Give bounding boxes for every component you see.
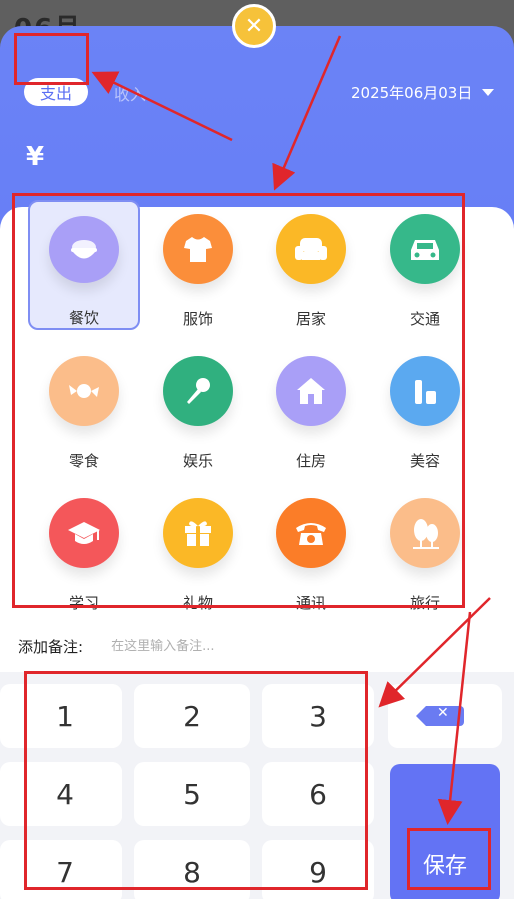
arrow-to-tab bbox=[91, 71, 233, 142]
annotation-arrows bbox=[91, 35, 491, 825]
arrow-to-keypad bbox=[378, 597, 491, 708]
arrow-to-categories bbox=[272, 35, 342, 191]
close-icon[interactable]: ✕ bbox=[232, 4, 276, 48]
arrow-to-save bbox=[437, 611, 472, 825]
